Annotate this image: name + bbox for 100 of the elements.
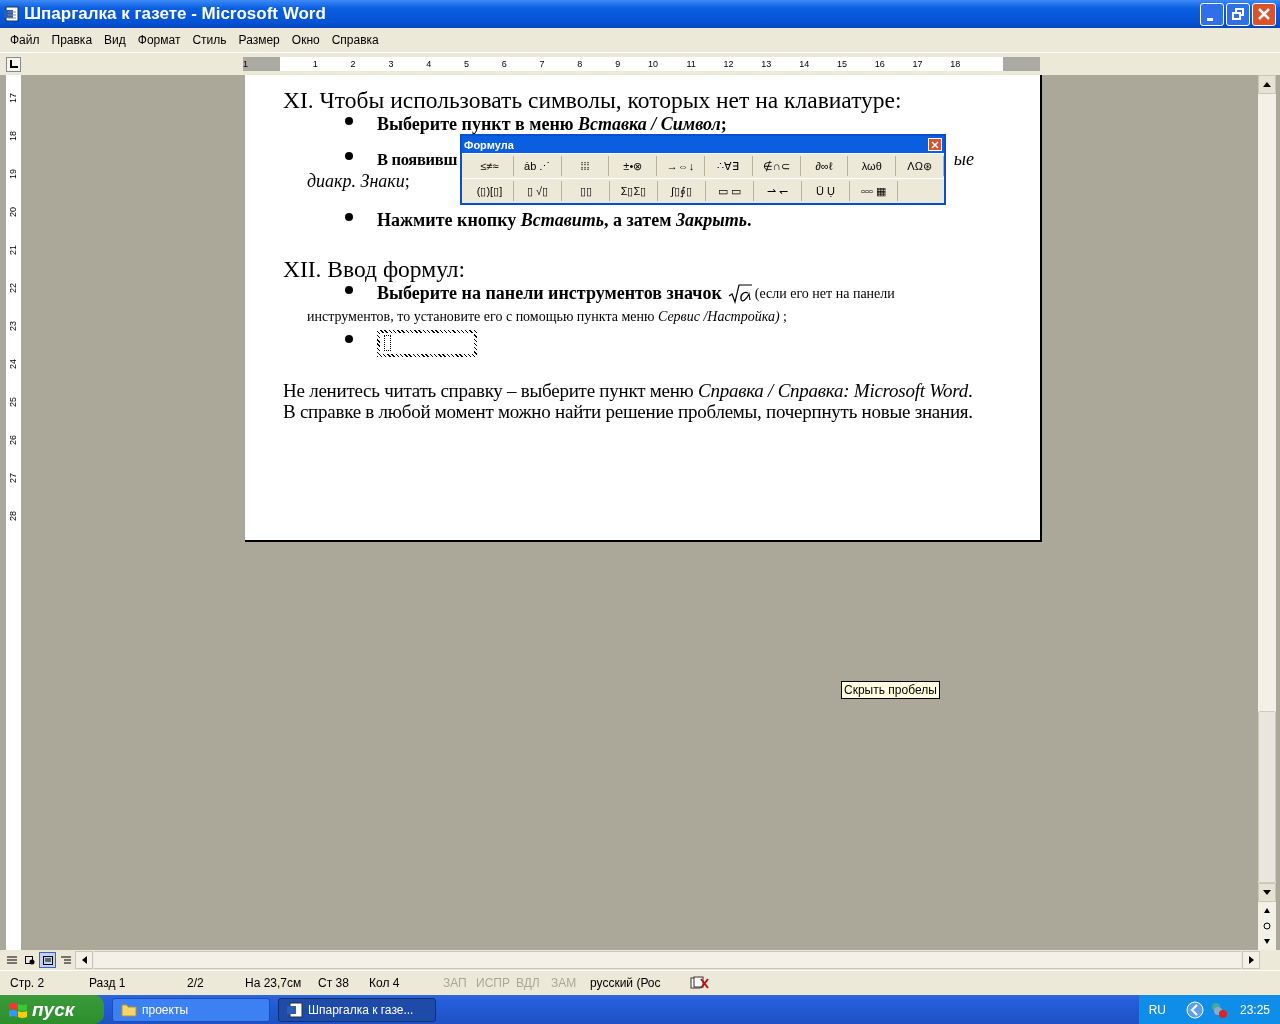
down-arrow-icon	[1264, 939, 1270, 945]
ruler-number: 4	[425, 59, 432, 69]
menu-item[interactable]: Правка	[45, 33, 99, 47]
folder-icon	[121, 1002, 137, 1017]
minimize-button[interactable]	[1200, 2, 1224, 26]
ruler-number: 21	[7, 245, 20, 255]
scroll-thumb[interactable]	[1258, 711, 1276, 883]
ruler-number: 25	[7, 397, 20, 407]
tab-selector[interactable]	[6, 56, 21, 72]
menu-item[interactable]: Формат	[131, 33, 187, 47]
bullet-icon	[345, 285, 353, 294]
symbol-palette-button[interactable]: λωθ	[848, 156, 897, 176]
scroll-down-button[interactable]	[1258, 883, 1276, 902]
start-button[interactable]: пуск	[0, 995, 104, 1024]
bullet-text: Выберите на панели инструментов значок	[377, 283, 722, 304]
ruler-number: 8	[576, 59, 583, 69]
ruler-number: 5	[462, 59, 469, 69]
taskbar-button[interactable]: Шпаргалка к газе...	[278, 997, 436, 1022]
symbol-palette-button[interactable]: ∉∩⊂	[752, 156, 801, 176]
symbol-palette-button[interactable]: (▯)[▯]	[466, 181, 514, 201]
tooltip: Скрыть пробелы	[841, 681, 940, 699]
ruler-number: 14	[798, 59, 810, 69]
symbol-palette-button[interactable]: ▭ ▭	[706, 181, 754, 201]
ruler-number: 16	[873, 59, 885, 69]
scroll-right-button[interactable]	[1242, 951, 1260, 969]
ruler-number: 10	[646, 59, 658, 69]
section-heading: XII. Ввод формул:	[283, 256, 466, 282]
symbol-palette-button[interactable]: ⁞⁞⁞	[561, 156, 610, 176]
symbol-palette-button[interactable]: ∴∀∃	[705, 156, 753, 176]
ruler-number: 28	[7, 511, 20, 521]
status-field: ЗАП	[443, 976, 476, 990]
up-arrow-icon	[1264, 907, 1270, 913]
status-field: На 23,7см	[245, 976, 318, 990]
document-icon	[4, 6, 20, 22]
minimize-icon	[1207, 17, 1213, 21]
lines-icon	[6, 955, 17, 965]
ruler-number: 27	[7, 473, 20, 483]
note-text: инструментов, то установите его с помощью пункта меню Сервис /Настройка) ;	[307, 309, 787, 324]
menu-item[interactable]: Размер	[232, 33, 286, 47]
menu-item[interactable]: Стиль	[186, 33, 233, 47]
outline-icon	[60, 955, 71, 965]
symbol-palette-button[interactable]: ▯ √▯	[514, 181, 562, 201]
status-field: русский (Рос	[590, 976, 690, 990]
symbol-palette-button[interactable]: →⇔↓	[657, 156, 705, 176]
symbol-palette-button[interactable]: ȧb ⋰	[513, 156, 562, 176]
right-arrow-icon	[1248, 956, 1254, 964]
ruler-number: 1	[311, 59, 318, 69]
ruler-number: 18	[7, 131, 20, 141]
square-root-icon	[727, 283, 752, 304]
vertical-scrollbar[interactable]	[1258, 75, 1276, 950]
windows-flag-icon	[8, 1000, 28, 1019]
document-icon	[287, 1001, 303, 1018]
print-view-button[interactable]	[39, 952, 56, 968]
scroll-up-button[interactable]	[1258, 75, 1276, 94]
symbol-palette-button[interactable]: ▯▯	[562, 181, 610, 201]
up-arrow-icon	[1263, 82, 1271, 87]
status-field: Разд 1	[89, 976, 187, 990]
ruler-number: 3	[387, 59, 394, 69]
restore-icon	[1232, 8, 1244, 20]
ruler-number: 2	[349, 59, 356, 69]
ruler-number: 24	[7, 359, 20, 369]
expand-tray-icon[interactable]	[1185, 1000, 1204, 1019]
symbol-palette-button[interactable]: ±•⊗	[609, 156, 658, 176]
ruler-number: 26	[7, 435, 20, 445]
toolbar-title: Формула	[464, 138, 514, 151]
symbol-palette-button[interactable]: ▫▫▫ ▦	[850, 181, 898, 201]
ruler-number: 18	[949, 59, 961, 69]
close-button[interactable]	[928, 138, 942, 151]
ruler-number: 7	[538, 59, 545, 69]
ruler-number: 22	[7, 283, 20, 293]
status-field: ВДЛ	[516, 976, 551, 990]
scroll-left-button[interactable]	[75, 951, 93, 969]
symbol-palette-button[interactable]: Ū Ụ	[802, 181, 850, 201]
symbol-palette-button[interactable]: ∫▯∮▯	[658, 181, 706, 201]
ruler-number: 17	[7, 93, 20, 103]
menu-item[interactable]: Справка	[325, 33, 385, 47]
symbol-palette-button[interactable]: ⇀ ↽	[754, 181, 802, 201]
close-icon	[1258, 8, 1270, 20]
menu-item[interactable]: Окно	[285, 33, 326, 47]
close-button[interactable]	[1252, 2, 1276, 26]
ruler-number: 13	[760, 59, 772, 69]
bullet-text: Выберите пункт в меню Вставка / Символ;	[377, 114, 727, 134]
equation-object[interactable]	[377, 329, 477, 357]
left-arrow-icon	[81, 956, 87, 964]
symbol-palette-button[interactable]: Σ▯Σ▯	[610, 181, 658, 201]
circle-icon	[1263, 922, 1271, 930]
ruler-number: 17	[911, 59, 923, 69]
symbol-palette-button[interactable]: ∂∞ℓ	[800, 156, 849, 176]
symbol-palette-button[interactable]: ≤≠≈	[466, 156, 514, 176]
ruler-number: 12	[722, 59, 734, 69]
bullet-icon	[345, 335, 353, 343]
menu-item[interactable]: Файл	[4, 33, 46, 47]
status-field: ИСПР	[476, 976, 516, 990]
ruler-number: 19	[7, 169, 20, 179]
taskbar-button[interactable]: проекты	[112, 997, 270, 1022]
horizontal-scrollbar[interactable]	[94, 951, 1241, 969]
menu-item[interactable]: Вид	[98, 33, 132, 47]
ruler-number: 11	[685, 59, 696, 69]
restore-button[interactable]	[1226, 2, 1250, 26]
symbol-palette-button[interactable]: ΛΩ⊛	[896, 156, 944, 176]
